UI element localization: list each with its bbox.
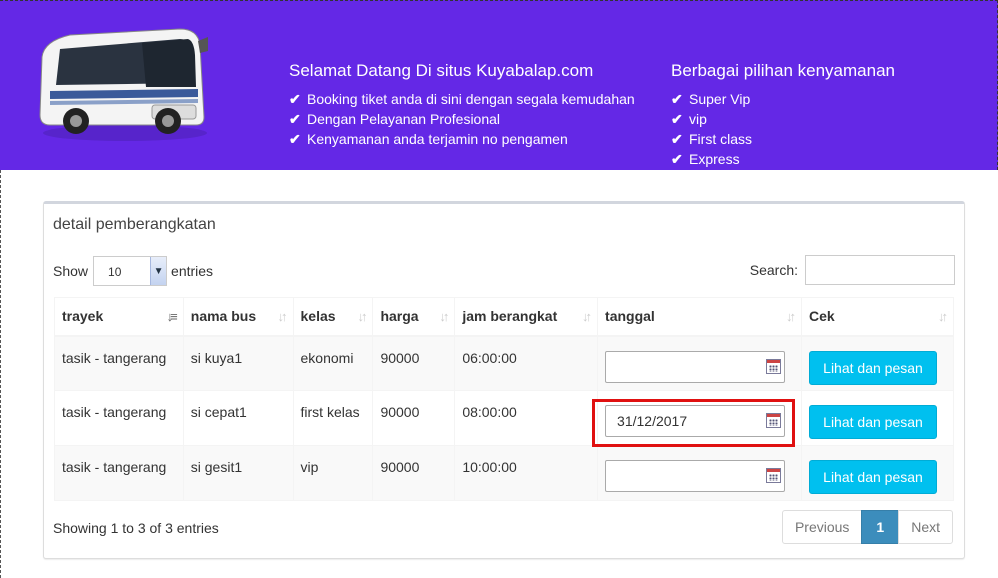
cell-nama-bus: si kuya1: [182, 335, 294, 391]
cell-jam: 06:00:00: [454, 335, 599, 391]
class-item: ✔ Super Vip: [671, 91, 751, 107]
cell-nama-bus: si gesit1: [182, 445, 294, 501]
highlight-box: [592, 399, 796, 447]
check-icon: ✔: [289, 91, 301, 107]
check-icon: ✔: [671, 151, 683, 167]
previous-button[interactable]: Previous: [781, 510, 863, 544]
sort-icon: ↓↑: [938, 309, 948, 324]
show-label: Show: [53, 263, 89, 279]
pagination: Previous 1 Next: [781, 510, 953, 544]
class-item: ✔ First class: [671, 131, 752, 147]
bus-image: [39, 28, 208, 141]
comfort-title: Berbagai pilihan kenyamanan: [671, 61, 895, 80]
search-control: Search:: [750, 255, 955, 285]
cell-kelas: ekonomi: [292, 335, 374, 391]
entries-select[interactable]: 10 ▼: [93, 256, 168, 286]
sort-icon: ↓↑: [785, 309, 796, 324]
class-item: ✔ Express: [671, 151, 740, 167]
sort-icon: ↓↑: [439, 309, 449, 324]
date-input[interactable]: [605, 460, 786, 492]
check-icon: ✔: [671, 111, 683, 127]
cell-harga: 90000: [372, 335, 456, 391]
cell-trayek: tasik - tangerang: [54, 445, 184, 501]
cell-jam: 10:00:00: [454, 445, 599, 501]
calendar-icon[interactable]: [766, 468, 782, 483]
cell-nama-bus: si cepat1: [182, 390, 294, 446]
departure-table: trayek ↓≡ nama bus ↓↑ kelas ↓↑ harga ↓↑ jam …: [54, 297, 955, 501]
cell-cek: Lihat dan pesan: [800, 335, 955, 391]
table-row: tasik - tangerang si cepat1 first kelas …: [54, 390, 955, 447]
date-input[interactable]: 31/12/2017: [592, 399, 796, 447]
entries-value: 10: [108, 265, 122, 279]
welcome-title: Selamat Datang Di situs Kuyabalap.com: [289, 61, 594, 80]
header-banner: Selamat Datang Di situs Kuyabalap.com ✔ B…: [0, 0, 998, 170]
sort-asc-icon: ↓≡: [166, 309, 178, 324]
next-button[interactable]: Next: [898, 510, 953, 544]
check-icon: ✔: [289, 131, 301, 147]
check-icon: ✔: [671, 91, 683, 107]
cell-trayek: tasik - tangerang: [54, 390, 184, 446]
cell-trayek: tasik - tangerang: [54, 335, 184, 391]
cell-cek: Lihat dan pesan: [800, 390, 955, 446]
table-row: tasik - tangerang si kuya1 ekonomi 90000…: [54, 335, 955, 391]
class-item: ✔ vip: [671, 111, 707, 127]
comfort-column: Berbagai pilihan kenyamanan ✔ Super Vip ✔…: [671, 61, 895, 169]
search-input[interactable]: [805, 255, 955, 285]
table-header-row: trayek ↓≡ nama bus ↓↑ kelas ↓↑ harga ↓↑ jam …: [54, 297, 955, 337]
check-icon: ✔: [671, 131, 683, 147]
column-header-harga[interactable]: harga ↓↑: [372, 297, 456, 337]
search-label: Search:: [749, 262, 798, 278]
column-header-nama-bus[interactable]: nama bus ↓↑: [182, 297, 294, 337]
cell-jam: 08:00:00: [454, 390, 599, 446]
cell-kelas: vip: [292, 445, 374, 501]
column-header-cek[interactable]: Cek ↓↑: [800, 297, 955, 337]
cell-tanggal: 31/12/2017: [592, 390, 802, 447]
table-row: tasik - tangerang si gesit1 vip 90000 10…: [54, 445, 955, 501]
cell-cek: Lihat dan pesan: [800, 445, 955, 501]
page-border: [0, 170, 1, 578]
view-and-book-button[interactable]: Lihat dan pesan: [808, 460, 937, 494]
welcome-column: Selamat Datang Di situs Kuyabalap.com ✔ B…: [289, 61, 635, 149]
departure-panel: detail pemberangkatan Show 10 ▼ entries …: [43, 201, 965, 559]
length-control: Show 10 ▼ entries: [53, 256, 213, 286]
feature-item: ✔ Booking tiket anda di sini dengan segal…: [289, 91, 635, 107]
date-input[interactable]: [605, 350, 786, 383]
check-icon: ✔: [289, 111, 301, 127]
cell-tanggal: [597, 445, 802, 501]
table-info: Showing 1 to 3 of 3 entries: [53, 520, 219, 536]
feature-item: ✔ Dengan Pelayanan Profesional: [289, 111, 501, 127]
column-header-trayek[interactable]: trayek ↓≡: [54, 297, 184, 337]
feature-item: ✔ Kenyamanan anda terjamin no pengamen: [289, 131, 568, 147]
sort-icon: ↓↑: [582, 309, 592, 324]
cell-harga: 90000: [372, 390, 456, 446]
sort-icon: ↓↑: [357, 309, 367, 324]
sort-icon: ↓↑: [277, 309, 288, 324]
calendar-icon[interactable]: [766, 358, 782, 374]
cell-harga: 90000: [372, 445, 456, 501]
column-header-kelas[interactable]: kelas ↓↑: [292, 297, 374, 337]
page-1-button[interactable]: 1: [861, 510, 900, 544]
panel-title: detail pemberangkatan: [53, 216, 216, 233]
view-and-book-button[interactable]: Lihat dan pesan: [808, 405, 937, 439]
entries-label: entries: [171, 263, 214, 279]
column-header-tanggal[interactable]: tanggal ↓↑: [597, 297, 802, 337]
chevron-down-icon[interactable]: ▼: [150, 257, 167, 285]
cell-kelas: first kelas: [292, 390, 374, 446]
view-and-book-button[interactable]: Lihat dan pesan: [808, 350, 937, 385]
cell-tanggal: [597, 335, 802, 391]
column-header-jam-berangkat[interactable]: jam berangkat ↓↑: [454, 297, 599, 337]
